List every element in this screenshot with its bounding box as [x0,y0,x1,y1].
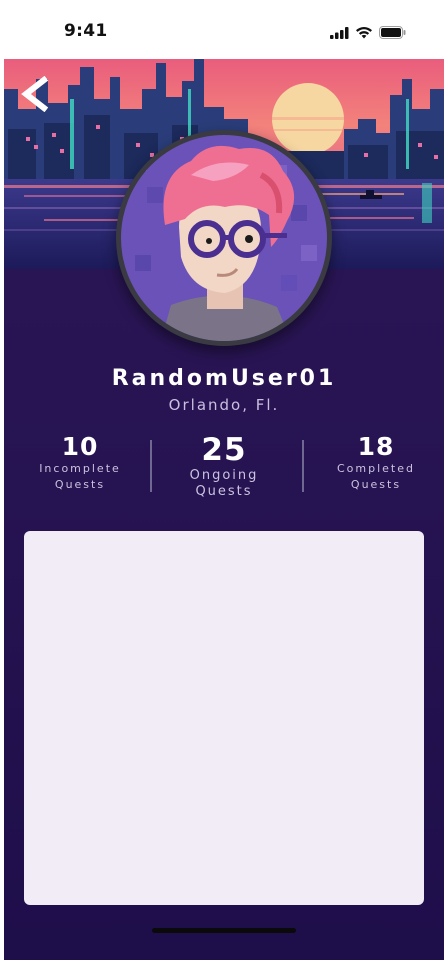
status-icons [330,24,406,43]
stat-label-line: Incomplete [39,462,121,475]
wifi-icon [355,24,373,43]
stat-label-line: Completed [337,462,415,475]
avatar[interactable] [121,135,327,341]
chevron-left-icon [18,75,52,116]
status-time: 9:41 [64,21,108,41]
stat-label-line: Quests [54,478,106,491]
stat-ongoing-quests[interactable]: 25 Ongoing Quests [164,432,284,500]
profile-username: RandomUser01 [111,366,337,391]
stat-divider [150,440,152,492]
stat-value: 10 [61,432,99,461]
profile-location: Orlando, Fl. [168,396,280,414]
back-button[interactable] [18,75,52,113]
stat-label: Ongoing Quests [164,468,284,500]
stat-divider [302,440,304,492]
stat-completed-quests[interactable]: 18 Completed Quests [316,432,436,493]
stat-label-line: Quests [350,478,402,491]
stat-label: Incomplete Quests [20,461,140,493]
home-indicator[interactable] [152,928,296,933]
stat-label-line: Quests [195,484,253,499]
status-bar: 9:41 [4,4,444,59]
avatar-frame [116,130,332,346]
stat-label: Completed Quests [316,461,436,493]
quest-stats: 10 Incomplete Quests 25 Ongoing Quests 1… [4,432,444,502]
stat-value: 25 [201,432,247,468]
battery-icon [379,24,406,43]
stat-incomplete-quests[interactable]: 10 Incomplete Quests [20,432,140,493]
stat-value: 18 [357,432,395,461]
cellular-signal-icon [330,24,349,43]
content-card [24,531,424,905]
stat-label-line: Ongoing [189,468,259,483]
profile-screen: 9:41 RandomUser01 Orlando, Fl. 10 Incomp… [4,4,444,960]
